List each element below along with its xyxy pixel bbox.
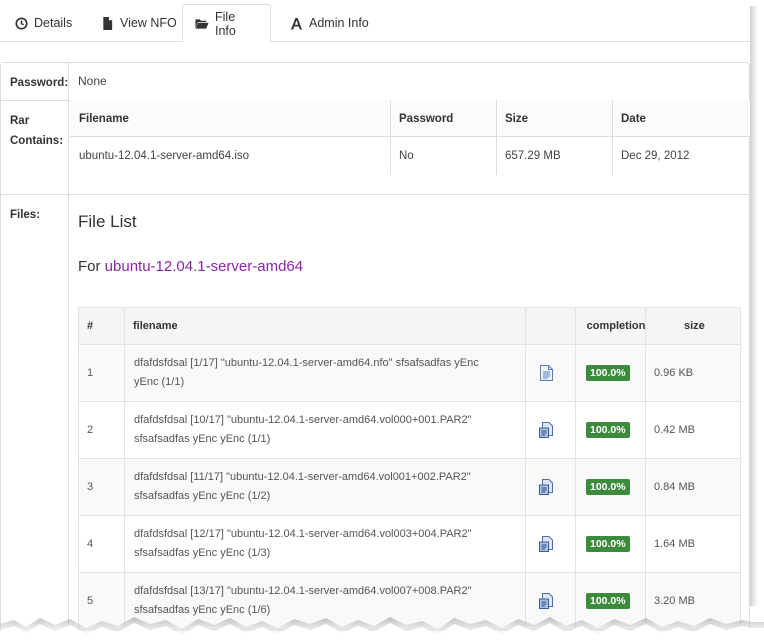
row-filename-line2: sfsafsadfas yEnc yEnc (1/3) bbox=[134, 547, 271, 559]
rar-password: No bbox=[399, 149, 414, 162]
file-list-for: For bbox=[78, 258, 101, 275]
tab-bar: Details View NFO File Info Admin Info bbox=[0, 0, 750, 43]
row-filename-line1: dfafdsfdsal [10/17] "ubuntu-12.04.1-serv… bbox=[134, 414, 472, 426]
row-size: 0.84 MB bbox=[654, 481, 695, 493]
row-filename: dfafdsfdsal [10/17] "ubuntu-12.04.1-serv… bbox=[134, 402, 524, 458]
tab-details[interactable]: Details bbox=[2, 4, 84, 42]
row-size: 1.64 MB bbox=[654, 538, 695, 550]
completion-badge: 100.0% bbox=[586, 365, 630, 381]
completion-badge: 100.0% bbox=[586, 536, 630, 552]
row-number: 4 bbox=[87, 538, 94, 550]
rar-label: Rar Contains: bbox=[1, 101, 69, 194]
table-row: 3 dfafdsfdsal [11/17] "ubuntu-12.04.1-se… bbox=[79, 459, 740, 516]
rar-size: 657.29 MB bbox=[505, 149, 561, 162]
row-filename-line2: sfsafsadfas yEnc yEnc (1/1) bbox=[134, 433, 271, 445]
rar-col-size: Size bbox=[505, 112, 529, 125]
clock-icon bbox=[14, 16, 28, 30]
row-size: 0.96 KB bbox=[654, 367, 694, 379]
col-number: # bbox=[87, 320, 94, 332]
torn-edge-decoration bbox=[0, 617, 764, 642]
rar-label-line2: Contains: bbox=[10, 135, 64, 147]
completion-cell: 100.0% bbox=[586, 402, 648, 458]
password-label: Password: bbox=[1, 63, 69, 100]
document-icon[interactable] bbox=[535, 345, 557, 401]
col-completion: completion bbox=[586, 320, 646, 332]
row-filename-line2: sfsafsadfas yEnc yEnc (1/2) bbox=[134, 490, 271, 502]
table-row: ubuntu-12.04.1-server-amd64.iso No 657.2… bbox=[70, 137, 750, 175]
par2-icon[interactable] bbox=[535, 459, 557, 515]
file-list-subtitle: For ubuntu-12.04.1-server-amd64 bbox=[78, 258, 303, 275]
tab-file-info[interactable]: File Info bbox=[182, 4, 271, 43]
file-list-title: File List bbox=[78, 212, 137, 231]
completion-badge: 100.0% bbox=[586, 479, 630, 495]
rar-date: Dec 29, 2012 bbox=[621, 149, 690, 162]
rar-label-line1: Rar bbox=[10, 115, 30, 127]
font-icon bbox=[289, 16, 303, 30]
rar-col-password: Password bbox=[399, 112, 454, 125]
file-list-table: # filename completion size 1 dfafdsfdsal… bbox=[78, 307, 741, 630]
password-value: None bbox=[78, 74, 107, 88]
rar-filename: ubuntu-12.04.1-server-amd64.iso bbox=[79, 149, 250, 162]
row-filename: dfafdsfdsal [12/17] "ubuntu-12.04.1-serv… bbox=[134, 516, 524, 572]
par2-icon[interactable] bbox=[535, 516, 557, 572]
completion-cell: 100.0% bbox=[586, 345, 648, 401]
row-filename-line2: yEnc (1/1) bbox=[134, 376, 185, 388]
file-list-header: # filename completion size bbox=[79, 308, 740, 345]
files-label: Files: bbox=[1, 195, 69, 642]
row-size: 0.42 MB bbox=[654, 424, 695, 436]
page-shadow bbox=[750, 6, 758, 606]
completion-cell: 100.0% bbox=[586, 459, 648, 515]
divider bbox=[1, 194, 749, 195]
rar-col-filename: Filename bbox=[79, 112, 129, 125]
table-row: 4 dfafdsfdsal [12/17] "ubuntu-12.04.1-se… bbox=[79, 516, 740, 573]
tab-label: File Info bbox=[215, 9, 236, 38]
tab-label: Details bbox=[34, 16, 73, 30]
table-row: 1 dfafdsfdsal [1/17] "ubuntu-12.04.1-ser… bbox=[79, 345, 740, 402]
row-number: 2 bbox=[87, 424, 94, 436]
rar-col-date: Date bbox=[621, 112, 646, 125]
row-number: 1 bbox=[87, 367, 94, 379]
table-row: 2 dfafdsfdsal [10/17] "ubuntu-12.04.1-se… bbox=[79, 402, 740, 459]
par2-icon[interactable] bbox=[535, 402, 557, 458]
folder-open-icon bbox=[195, 17, 209, 31]
col-filename: filename bbox=[133, 319, 178, 332]
file-list-release-link[interactable]: ubuntu-12.04.1-server-amd64 bbox=[105, 258, 303, 275]
row-filename-line1: dfafdsfdsal [12/17] "ubuntu-12.04.1-serv… bbox=[134, 528, 472, 540]
row-filename: dfafdsfdsal [11/17] "ubuntu-12.04.1-serv… bbox=[134, 459, 524, 515]
file-icon bbox=[100, 16, 114, 30]
tab-view-nfo[interactable]: View NFO bbox=[88, 4, 189, 42]
file-list-body: 1 dfafdsfdsal [1/17] "ubuntu-12.04.1-ser… bbox=[79, 345, 740, 630]
row-filename: dfafdsfdsal [1/17] "ubuntu-12.04.1-serve… bbox=[134, 345, 524, 401]
row-number: 3 bbox=[87, 481, 94, 493]
tab-label: View NFO bbox=[120, 16, 177, 30]
tab-admin-info[interactable]: Admin Info bbox=[277, 4, 381, 42]
row-filename-line1: dfafdsfdsal [1/17] "ubuntu-12.04.1-serve… bbox=[134, 357, 479, 369]
rar-table-header: Filename Password Size Date bbox=[70, 100, 750, 137]
completion-badge: 100.0% bbox=[586, 422, 630, 438]
row-filename-line1: dfafdsfdsal [11/17] "ubuntu-12.04.1-serv… bbox=[134, 471, 471, 483]
completion-cell: 100.0% bbox=[586, 516, 648, 572]
tab-label: Admin Info bbox=[309, 16, 369, 30]
row-filename-line1: dfafdsfdsal [13/17] "ubuntu-12.04.1-serv… bbox=[134, 585, 472, 597]
